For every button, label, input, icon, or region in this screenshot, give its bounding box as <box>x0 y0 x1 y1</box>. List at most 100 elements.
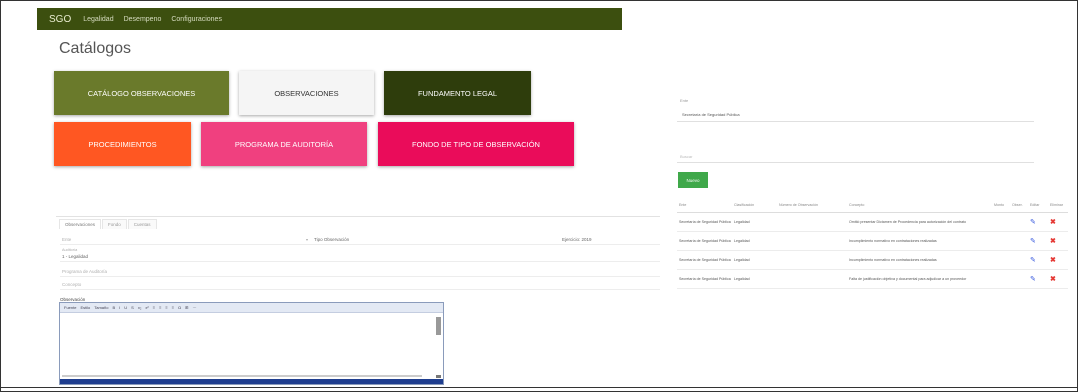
col-obser: Obser. <box>1010 198 1028 213</box>
cell-ente: Secretaría de Seguridad Pública <box>677 212 732 232</box>
observacion-rich-editor[interactable]: Fuente Estilo Tamaño B I U S x₂ x² ≡ ≡ ≡… <box>59 302 444 385</box>
col-numero: Número de Observación <box>777 198 847 213</box>
editor-tool-bold[interactable]: B <box>112 305 115 310</box>
col-concepto: Concepto <box>847 198 992 213</box>
editor-tool-more[interactable]: ⋯ <box>192 305 196 310</box>
right-ente-label: Ente <box>680 98 689 103</box>
editor-horizontal-scrollbar[interactable] <box>62 375 422 377</box>
col-monto: Monto <box>992 198 1010 213</box>
delete-x-icon[interactable]: ✖ <box>1050 219 1056 226</box>
auditoria-label: Auditoría <box>62 248 78 252</box>
form-tabs: Observaciones Fondo Cuentas <box>59 219 158 229</box>
nav-item-configuraciones[interactable]: Configuraciones <box>171 16 222 23</box>
col-eliminar: Eliminar <box>1048 198 1068 213</box>
editor-tool-align-right[interactable]: ≡ <box>165 305 167 310</box>
edit-pencil-icon[interactable]: ✎ <box>1030 257 1036 264</box>
table-row: Secretaría de Seguridad Pública Legalida… <box>677 231 1068 251</box>
tile-programa-auditoria[interactable]: PROGRAMA DE AUDITORÍA <box>201 122 367 166</box>
tab-fondo[interactable]: Fondo <box>102 219 127 229</box>
cell-monto <box>992 269 1010 289</box>
editor-statusbar <box>60 379 443 384</box>
programa-field-row: Programa de Auditoría <box>60 267 660 277</box>
tile-fundamento-legal[interactable]: FUNDAMENTO LEGAL <box>384 71 531 115</box>
edit-pencil-icon[interactable]: ✎ <box>1030 219 1036 226</box>
page-title: Catálogos <box>59 40 132 57</box>
cell-clasificacion: Legalidad <box>732 231 777 251</box>
nav-item-desempeno[interactable]: Desempeno <box>124 16 162 23</box>
cell-obser <box>1010 212 1028 232</box>
cell-numero <box>777 250 847 270</box>
tipo-observacion-field[interactable]: Tipo Observación <box>314 237 349 242</box>
editor-scrollbar-thumb[interactable] <box>436 317 441 335</box>
table-row: Secretaría de Seguridad Pública Legalida… <box>677 269 1068 289</box>
cell-ente: Secretaría de Seguridad Pública <box>677 231 732 251</box>
editor-tool-size[interactable]: Tamaño <box>94 305 108 310</box>
cell-obser <box>1010 231 1028 251</box>
col-ente: Ente <box>677 198 732 213</box>
tab-observaciones[interactable]: Observaciones <box>59 219 102 229</box>
cell-numero <box>777 269 847 289</box>
observations-table: Ente Clasificación Número de Observación… <box>677 198 1068 289</box>
ejercicio-label: Ejercicio: 2019 <box>562 237 592 242</box>
delete-x-icon[interactable]: ✖ <box>1050 276 1056 283</box>
delete-x-icon[interactable]: ✖ <box>1050 257 1056 264</box>
concepto-field-row: Concepto <box>60 280 660 290</box>
cell-monto <box>992 250 1010 270</box>
table-row: Secretaría de Seguridad Pública Legalida… <box>677 212 1068 232</box>
ente-field[interactable]: Ente <box>62 237 71 242</box>
edit-pencil-icon[interactable]: ✎ <box>1030 276 1036 283</box>
cell-clasificacion: Legalidad <box>732 250 777 270</box>
cell-monto <box>992 231 1010 251</box>
concepto-field[interactable]: Concepto <box>62 282 81 287</box>
top-navbar: SGO Legalidad Desempeno Configuraciones <box>37 8 622 30</box>
table-row: Secretaría de Seguridad Pública Legalida… <box>677 250 1068 270</box>
cell-concepto: Falta de justificación objetiva y docume… <box>847 269 992 289</box>
tile-observaciones[interactable]: OBSERVACIONES <box>239 71 374 115</box>
editor-tool-strike[interactable]: S <box>131 305 134 310</box>
tipo-dropdown-arrow-icon[interactable]: ▾ <box>306 237 308 242</box>
buscar-input[interactable]: Buscar <box>680 154 692 159</box>
auditoria-field-row: Auditoría 1 - Legalidad <box>60 247 660 262</box>
cell-concepto: Omitió presentar Dictamen de Procedencia… <box>847 212 992 232</box>
programa-auditoria-field[interactable]: Programa de Auditoría <box>62 269 107 274</box>
cell-obser <box>1010 269 1028 289</box>
cell-numero <box>777 231 847 251</box>
cell-obser <box>1010 250 1028 270</box>
editor-tool-style[interactable]: Estilo <box>80 305 90 310</box>
editor-toolbar: Fuente Estilo Tamaño B I U S x₂ x² ≡ ≡ ≡… <box>60 303 443 313</box>
right-ente-select[interactable]: Secretaría de Seguridad Pública <box>682 112 740 117</box>
cell-concepto: Incumplimiento normativo en contratacion… <box>847 250 992 270</box>
table-header-row: Ente Clasificación Número de Observación… <box>677 198 1068 213</box>
nuevo-button[interactable]: Nuevo <box>678 172 708 188</box>
cell-clasificacion: Legalidad <box>732 212 777 232</box>
tab-cuentas[interactable]: Cuentas <box>127 219 157 229</box>
editor-tool-italic[interactable]: I <box>119 305 120 310</box>
editor-tool-align-center[interactable]: ≡ <box>159 305 161 310</box>
edit-pencil-icon[interactable]: ✎ <box>1030 238 1036 245</box>
ente-underline <box>677 121 1034 122</box>
editor-tool-font[interactable]: Fuente <box>64 305 76 310</box>
cell-numero <box>777 212 847 232</box>
col-editar: Editar <box>1028 198 1048 213</box>
editor-tool-superscript[interactable]: x² <box>145 305 148 310</box>
nav-item-legalidad[interactable]: Legalidad <box>83 16 113 23</box>
tile-fondo-tipo-observacion[interactable]: FONDO DE TIPO DE OBSERVACIÓN <box>378 122 574 166</box>
editor-tool-justify[interactable]: ≡ <box>172 305 174 310</box>
editor-scroll-down[interactable] <box>436 375 441 378</box>
editor-tool-subscript[interactable]: x₂ <box>138 305 142 310</box>
cell-ente: Secretaría de Seguridad Pública <box>677 269 732 289</box>
cell-clasificacion: Legalidad <box>732 269 777 289</box>
editor-tool-align-left[interactable]: ≡ <box>153 305 155 310</box>
cell-ente: Secretaría de Seguridad Pública <box>677 250 732 270</box>
editor-tool-table[interactable]: ⊞ <box>185 305 188 310</box>
auditoria-select[interactable]: 1 - Legalidad <box>62 254 88 259</box>
col-clasificacion: Clasificación <box>732 198 777 213</box>
tile-procedimientos[interactable]: PROCEDIMIENTOS <box>54 122 191 166</box>
editor-tool-underline[interactable]: U <box>124 305 127 310</box>
editor-tool-special-char[interactable]: Ω <box>178 305 181 310</box>
cell-concepto: Incumplimiento normativo en contratacion… <box>847 231 992 251</box>
brand-logo[interactable]: SGO <box>49 14 71 25</box>
delete-x-icon[interactable]: ✖ <box>1050 238 1056 245</box>
buscar-underline <box>677 162 1034 163</box>
tile-catalogo-observaciones[interactable]: CATÁLOGO OBSERVACIONES <box>54 71 229 115</box>
